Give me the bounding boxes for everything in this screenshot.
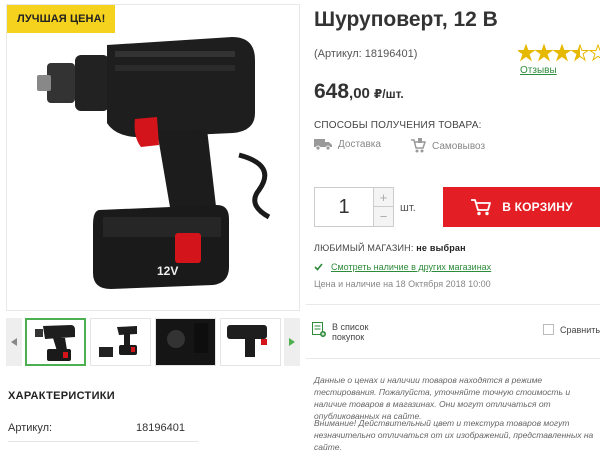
shopping-list-icon xyxy=(312,322,326,337)
pickup-option[interactable]: Самовывоз xyxy=(410,138,485,154)
arrow-left-icon xyxy=(11,338,17,346)
spec-divider xyxy=(8,441,198,442)
star-half-icon xyxy=(570,44,590,62)
thumbs-next-button[interactable] xyxy=(284,318,300,366)
truck-icon xyxy=(314,139,332,150)
best-price-badge: ЛУЧШАЯ ЦЕНА! xyxy=(7,5,116,33)
price-date-note: Цена и наличие на 18 Октября 2018 10:00 xyxy=(314,279,491,289)
add-to-cart-button[interactable]: В КОРЗИНУ xyxy=(443,187,600,227)
price-decimals: ,00 xyxy=(349,85,370,102)
quantity-input[interactable]: 1 xyxy=(315,188,373,226)
delivery-label: Доставка xyxy=(338,138,381,150)
quantity-minus-button[interactable]: − xyxy=(373,207,393,226)
product-price: 648,00 ₽/шт. xyxy=(314,80,404,104)
quantity-stepper[interactable]: 1 + − xyxy=(314,187,394,227)
thumbs-prev-button[interactable] xyxy=(6,318,22,366)
section-divider xyxy=(306,358,600,359)
thumbnail-3[interactable] xyxy=(155,318,216,366)
drill-closeup-thumbnail-image xyxy=(156,319,215,365)
rating-stars xyxy=(518,44,600,64)
pickup-label: Самовывоз xyxy=(432,140,486,152)
spec-key: Артикул: xyxy=(8,422,53,434)
star-icon xyxy=(518,44,536,62)
delivery-option[interactable]: Доставка xyxy=(314,138,381,150)
spec-value: 18196401 xyxy=(136,422,185,434)
specs-heading: ХАРАКТЕРИСТИКИ xyxy=(8,390,115,402)
compare-checkbox[interactable]: Сравнить xyxy=(543,324,600,335)
compare-label: Сравнить xyxy=(560,324,600,335)
add-to-shopping-list[interactable]: В список покупок xyxy=(312,322,368,342)
add-to-cart-label: В КОРЗИНУ xyxy=(502,200,573,214)
star-empty-icon xyxy=(588,44,600,62)
shopping-list-label-line2: покупок xyxy=(332,332,365,342)
favorite-store: ЛЮБИМЫЙ МАГАЗИН: не выбран xyxy=(314,243,466,253)
availability-link-label: Смотреть наличие в других магазинах xyxy=(331,262,492,272)
drill-kit-thumbnail-image xyxy=(99,326,137,357)
section-divider xyxy=(306,304,600,305)
main-product-image[interactable]: 12V ЛУЧШАЯ ЦЕНА! xyxy=(6,4,300,311)
color-disclaimer: Внимание! Действительный цвет и текстура… xyxy=(314,418,594,450)
thumbnail-strip xyxy=(6,318,300,366)
shopping-list-label: В список покупок xyxy=(332,322,368,342)
star-icon xyxy=(552,44,572,62)
quantity-plus-button[interactable]: + xyxy=(373,188,393,207)
drill-thumbnail-image xyxy=(35,325,75,361)
drill-image: 12V xyxy=(37,37,271,289)
product-article: (Артикул: 18196401) xyxy=(314,48,418,60)
price-main: 648 xyxy=(314,80,350,103)
shopping-list-label-line1: В список xyxy=(332,322,369,332)
favorite-store-label: ЛЮБИМЫЙ МАГАЗИН: xyxy=(314,243,414,253)
compare-checkbox-box[interactable] xyxy=(543,324,554,335)
quantity-unit: шт. xyxy=(400,202,416,214)
availability-link[interactable]: Смотреть наличие в других магазинах xyxy=(314,262,491,272)
thumbnail-1[interactable] xyxy=(25,318,86,366)
product-title: Шуруповерт, 12 В xyxy=(314,8,498,31)
drill-side-thumbnail-image xyxy=(227,325,267,357)
price-unit: ₽/шт. xyxy=(373,87,404,101)
reviews-link[interactable]: Отзывы xyxy=(520,65,557,76)
arrow-right-icon xyxy=(289,338,295,346)
favorite-store-value[interactable]: не выбран xyxy=(416,243,465,253)
cart-icon xyxy=(471,199,492,216)
thumbnail-2[interactable] xyxy=(90,318,151,366)
pricing-disclaimer: Данные о ценах и наличии товаров находят… xyxy=(314,375,571,421)
thumbnail-4[interactable] xyxy=(220,318,281,366)
star-icon xyxy=(534,44,554,62)
svg-text:12V: 12V xyxy=(157,264,178,278)
cart-pickup-icon xyxy=(411,138,426,153)
checkmark-icon xyxy=(314,263,323,271)
delivery-methods-heading: СПОСОБЫ ПОЛУЧЕНИЯ ТОВАРА: xyxy=(314,120,482,131)
